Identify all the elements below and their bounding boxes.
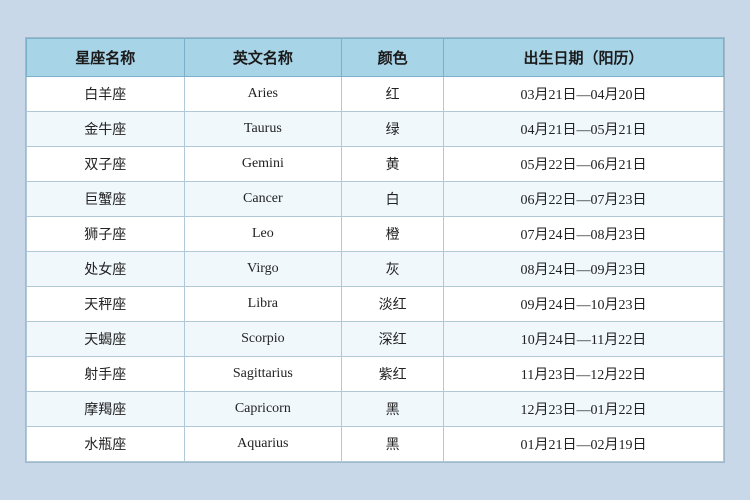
table-cell-0-3: 03月21日—04月20日	[444, 77, 724, 112]
table-cell-1-3: 04月21日—05月21日	[444, 112, 724, 147]
zodiac-table: 星座名称英文名称颜色出生日期（阳历） 白羊座Aries红03月21日—04月20…	[26, 38, 724, 462]
table-row: 双子座Gemini黄05月22日—06月21日	[27, 147, 724, 182]
table-cell-9-3: 12月23日—01月22日	[444, 392, 724, 427]
table-cell-6-2: 淡红	[342, 287, 444, 322]
table-cell-4-0: 狮子座	[27, 217, 185, 252]
table-header-0: 星座名称	[27, 39, 185, 77]
table-row: 摩羯座Capricorn黑12月23日—01月22日	[27, 392, 724, 427]
zodiac-table-container: 星座名称英文名称颜色出生日期（阳历） 白羊座Aries红03月21日—04月20…	[25, 37, 725, 463]
table-row: 巨蟹座Cancer白06月22日—07月23日	[27, 182, 724, 217]
table-row: 水瓶座Aquarius黑01月21日—02月19日	[27, 427, 724, 462]
table-header-1: 英文名称	[184, 39, 342, 77]
table-cell-7-1: Scorpio	[184, 322, 342, 357]
table-cell-9-2: 黑	[342, 392, 444, 427]
table-row: 狮子座Leo橙07月24日—08月23日	[27, 217, 724, 252]
table-cell-6-1: Libra	[184, 287, 342, 322]
table-row: 天秤座Libra淡红09月24日—10月23日	[27, 287, 724, 322]
table-row: 处女座Virgo灰08月24日—09月23日	[27, 252, 724, 287]
table-cell-8-1: Sagittarius	[184, 357, 342, 392]
table-cell-7-3: 10月24日—11月22日	[444, 322, 724, 357]
table-cell-1-0: 金牛座	[27, 112, 185, 147]
table-cell-9-1: Capricorn	[184, 392, 342, 427]
table-cell-0-2: 红	[342, 77, 444, 112]
table-cell-6-3: 09月24日—10月23日	[444, 287, 724, 322]
table-cell-5-2: 灰	[342, 252, 444, 287]
table-row: 白羊座Aries红03月21日—04月20日	[27, 77, 724, 112]
table-header-row: 星座名称英文名称颜色出生日期（阳历）	[27, 39, 724, 77]
table-cell-3-1: Cancer	[184, 182, 342, 217]
table-cell-8-3: 11月23日—12月22日	[444, 357, 724, 392]
table-cell-1-2: 绿	[342, 112, 444, 147]
table-cell-3-3: 06月22日—07月23日	[444, 182, 724, 217]
table-header-2: 颜色	[342, 39, 444, 77]
table-cell-4-2: 橙	[342, 217, 444, 252]
table-cell-6-0: 天秤座	[27, 287, 185, 322]
table-cell-2-2: 黄	[342, 147, 444, 182]
table-cell-3-0: 巨蟹座	[27, 182, 185, 217]
table-cell-10-1: Aquarius	[184, 427, 342, 462]
table-row: 射手座Sagittarius紫红11月23日—12月22日	[27, 357, 724, 392]
table-cell-3-2: 白	[342, 182, 444, 217]
table-row: 金牛座Taurus绿04月21日—05月21日	[27, 112, 724, 147]
table-cell-2-1: Gemini	[184, 147, 342, 182]
table-cell-8-0: 射手座	[27, 357, 185, 392]
table-cell-4-3: 07月24日—08月23日	[444, 217, 724, 252]
table-cell-2-3: 05月22日—06月21日	[444, 147, 724, 182]
table-body: 白羊座Aries红03月21日—04月20日金牛座Taurus绿04月21日—0…	[27, 77, 724, 462]
table-cell-10-3: 01月21日—02月19日	[444, 427, 724, 462]
table-header-3: 出生日期（阳历）	[444, 39, 724, 77]
table-cell-0-1: Aries	[184, 77, 342, 112]
table-cell-5-0: 处女座	[27, 252, 185, 287]
table-cell-9-0: 摩羯座	[27, 392, 185, 427]
table-cell-10-0: 水瓶座	[27, 427, 185, 462]
table-cell-8-2: 紫红	[342, 357, 444, 392]
table-row: 天蝎座Scorpio深红10月24日—11月22日	[27, 322, 724, 357]
table-cell-1-1: Taurus	[184, 112, 342, 147]
table-cell-5-1: Virgo	[184, 252, 342, 287]
table-cell-5-3: 08月24日—09月23日	[444, 252, 724, 287]
table-cell-7-0: 天蝎座	[27, 322, 185, 357]
table-cell-10-2: 黑	[342, 427, 444, 462]
table-cell-2-0: 双子座	[27, 147, 185, 182]
table-cell-7-2: 深红	[342, 322, 444, 357]
table-cell-0-0: 白羊座	[27, 77, 185, 112]
table-cell-4-1: Leo	[184, 217, 342, 252]
